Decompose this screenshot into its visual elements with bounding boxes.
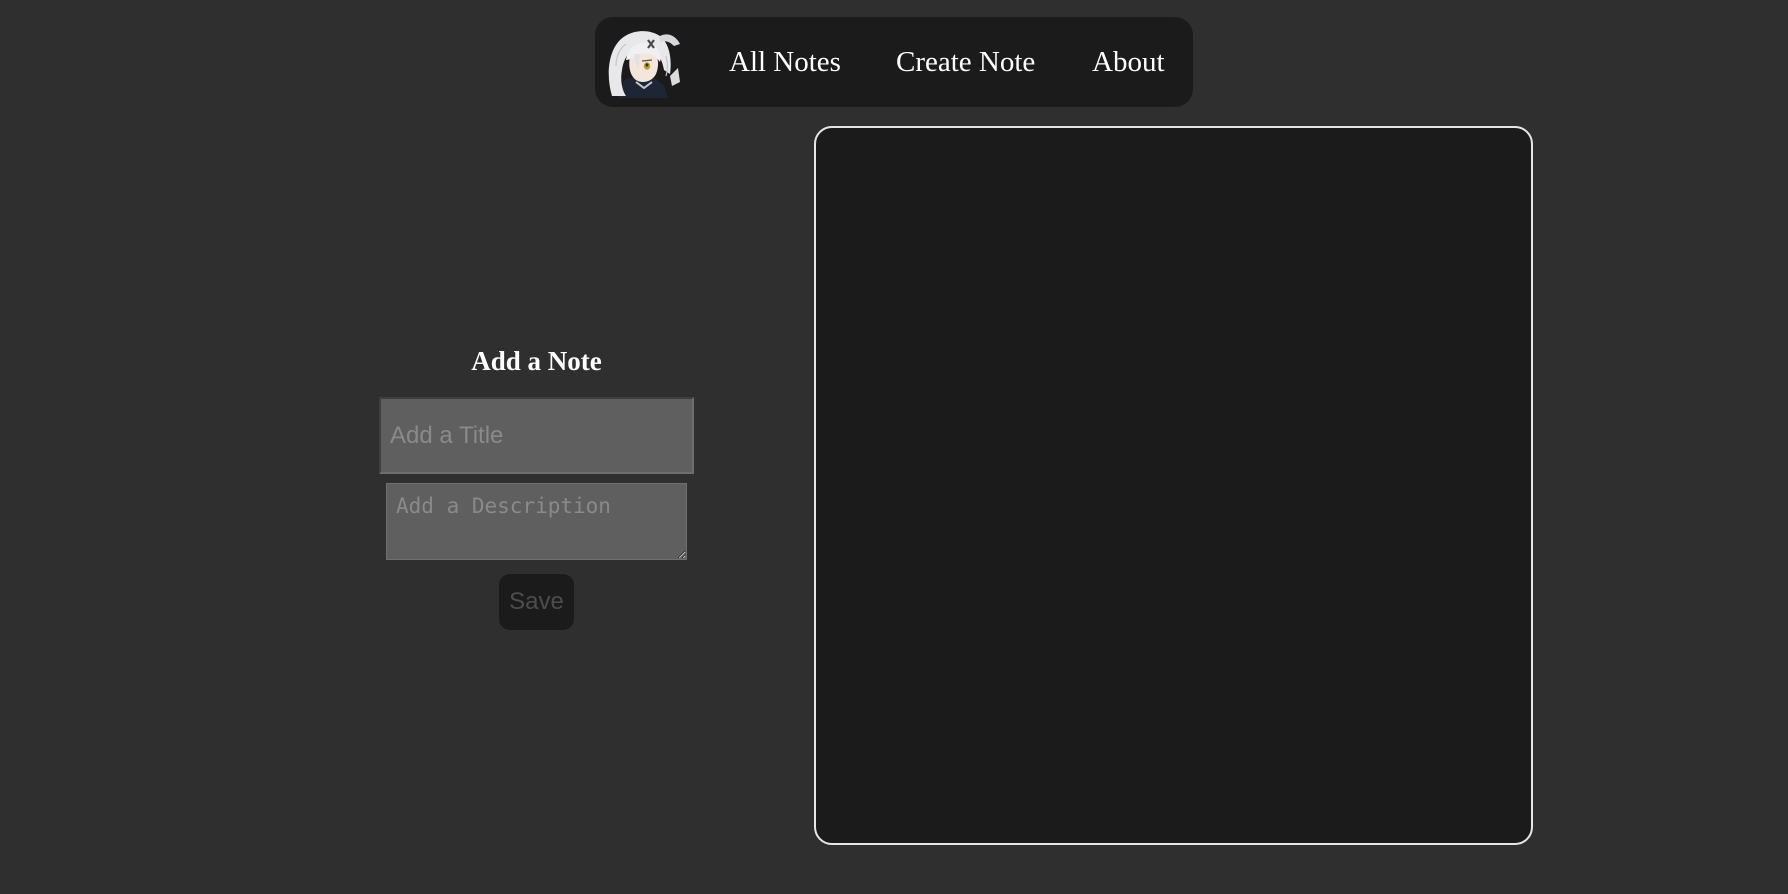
top-navbar: All Notes Create Note About xyxy=(595,17,1193,107)
save-button[interactable]: Save xyxy=(499,574,574,630)
nav-link-create-note[interactable]: Create Note xyxy=(896,17,1035,107)
description-textarea[interactable] xyxy=(386,483,687,560)
nav-link-about[interactable]: About xyxy=(1092,17,1165,107)
form-heading: Add a Note xyxy=(471,346,602,376)
anime-girl-avatar-icon[interactable] xyxy=(604,26,684,98)
notes-list-panel xyxy=(814,126,1533,845)
title-input[interactable] xyxy=(379,397,694,474)
nav-link-all-notes[interactable]: All Notes xyxy=(729,17,841,107)
